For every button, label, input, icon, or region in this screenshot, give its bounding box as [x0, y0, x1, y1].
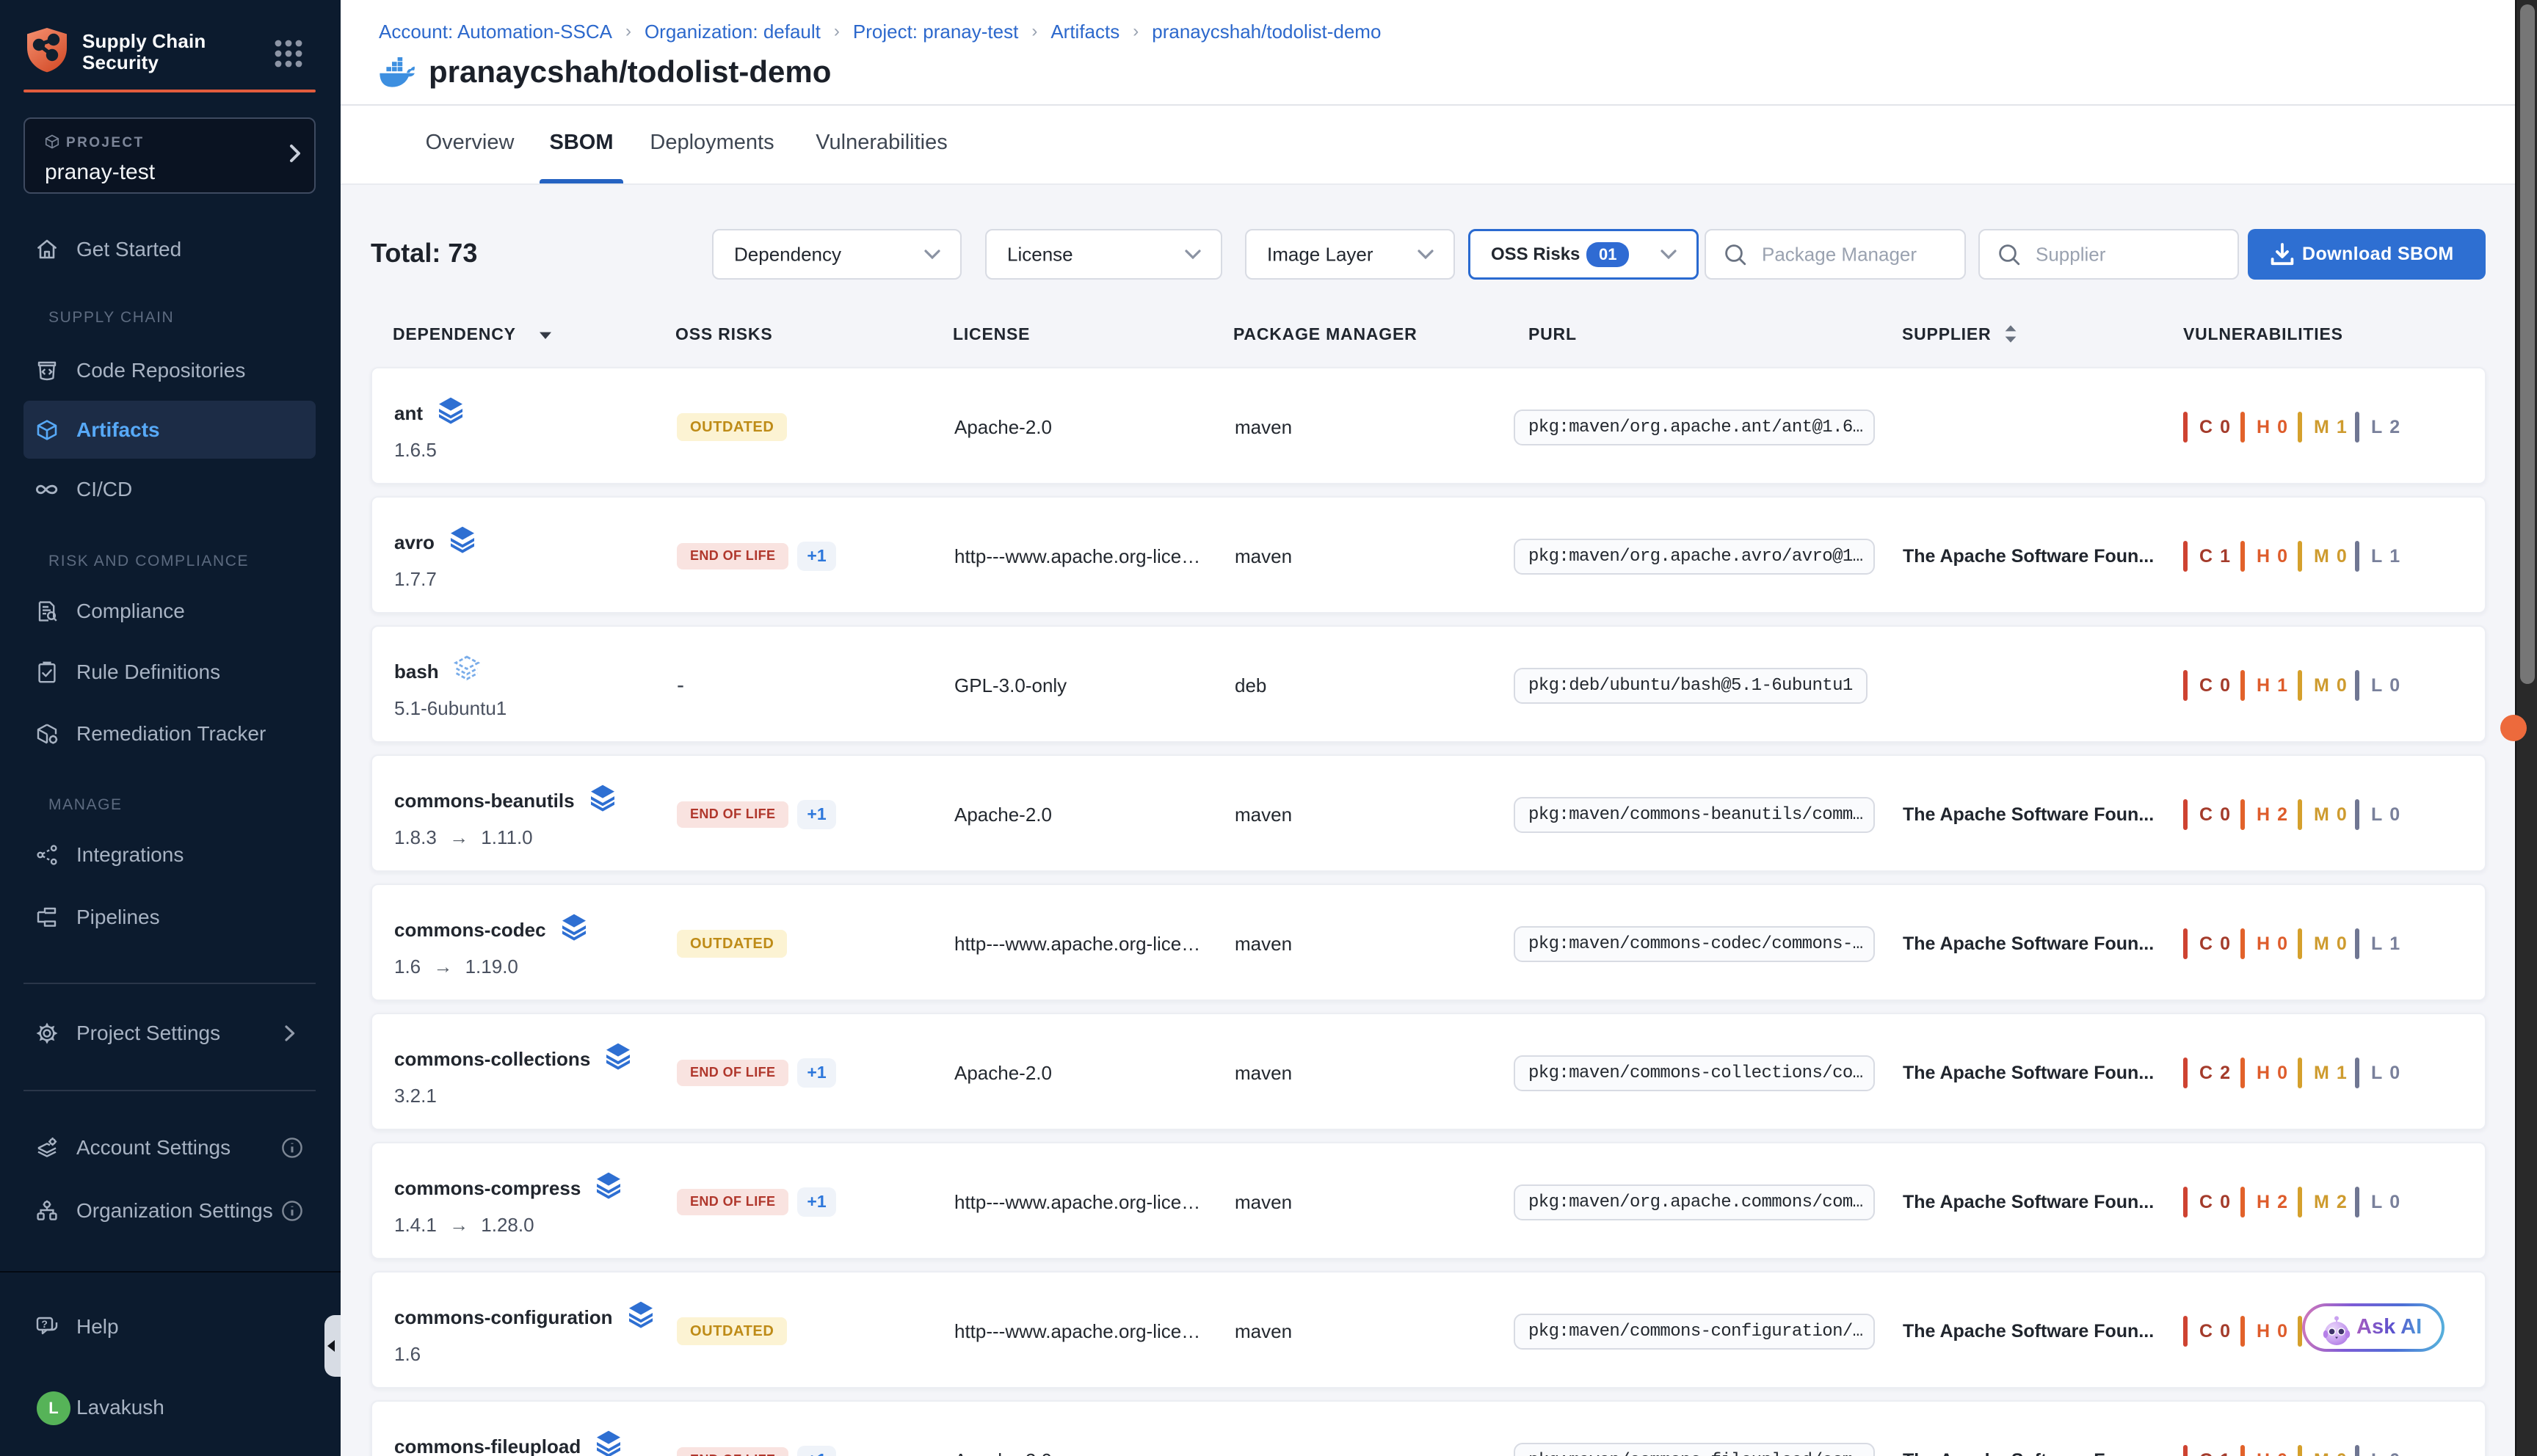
svg-text:?: ? [41, 1318, 48, 1330]
